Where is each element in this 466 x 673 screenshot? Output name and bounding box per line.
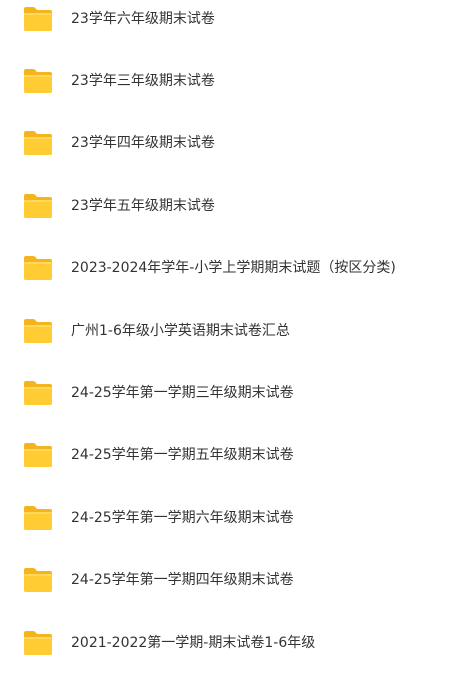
folder-name: 23学年三年级期末试卷 — [71, 73, 215, 89]
folder-front-shape — [24, 574, 52, 592]
folder-item[interactable]: 23学年五年级期末试卷 — [0, 187, 466, 227]
folder-highlight-shape — [24, 574, 52, 576]
folder-icon-graphic — [24, 319, 52, 343]
folder-highlight-shape — [24, 137, 52, 139]
folder-icon — [22, 379, 54, 407]
folder-item[interactable]: 24-25学年第一学期五年级期末试卷 — [0, 436, 466, 476]
folder-item[interactable]: 2023-2024年学年-小学上学期期末试题（按区分类) — [0, 249, 466, 289]
folder-highlight-shape — [24, 512, 52, 514]
folder-front-shape — [24, 200, 52, 218]
folder-icon-graphic — [24, 69, 52, 93]
folder-icon-graphic — [24, 131, 52, 155]
folder-icon-graphic — [24, 506, 52, 530]
folder-icon — [22, 254, 54, 282]
folder-icon-graphic — [24, 631, 52, 655]
folder-front-shape — [24, 512, 52, 530]
folder-name: 广州1-6年级小学英语期末试卷汇总 — [71, 323, 290, 339]
folder-name: 23学年六年级期末试卷 — [71, 11, 215, 27]
folder-icon — [22, 317, 54, 345]
folder-highlight-shape — [24, 200, 52, 202]
folder-icon — [22, 441, 54, 469]
folder-icon — [22, 566, 54, 594]
folder-icon — [22, 629, 54, 657]
folder-item[interactable]: 23学年三年级期末试卷 — [0, 62, 466, 102]
folder-name: 24-25学年第一学期四年级期末试卷 — [71, 572, 294, 588]
folder-front-shape — [24, 637, 52, 655]
folder-icon — [22, 67, 54, 95]
folder-icon-graphic — [24, 194, 52, 218]
folder-highlight-shape — [24, 262, 52, 264]
folder-icon-graphic — [24, 7, 52, 31]
folder-front-shape — [24, 262, 52, 280]
folder-list: 23学年六年级期末试卷 23学年三年级期末试卷 23学年四年级期末试卷 23学年… — [0, 0, 466, 673]
folder-name: 2021-2022第一学期-期末试卷1-6年级 — [71, 635, 316, 651]
folder-highlight-shape — [24, 75, 52, 77]
folder-item[interactable]: 23学年四年级期末试卷 — [0, 124, 466, 164]
folder-icon — [22, 129, 54, 157]
folder-icon — [22, 5, 54, 33]
folder-highlight-shape — [24, 13, 52, 15]
folder-icon-graphic — [24, 381, 52, 405]
folder-icon-graphic — [24, 443, 52, 467]
folder-item[interactable]: 23学年六年级期末试卷 — [0, 0, 466, 40]
folder-icon-graphic — [24, 568, 52, 592]
folder-front-shape — [24, 325, 52, 343]
folder-highlight-shape — [24, 449, 52, 451]
folder-icon — [22, 192, 54, 220]
folder-item[interactable]: 2021-2022第一学期-期末试卷1-6年级 — [0, 624, 466, 664]
folder-front-shape — [24, 449, 52, 467]
folder-front-shape — [24, 387, 52, 405]
folder-front-shape — [24, 13, 52, 31]
folder-name: 23学年四年级期末试卷 — [71, 135, 215, 151]
folder-highlight-shape — [24, 637, 52, 639]
folder-front-shape — [24, 75, 52, 93]
folder-item[interactable]: 广州1-6年级小学英语期末试卷汇总 — [0, 312, 466, 352]
folder-name: 24-25学年第一学期三年级期末试卷 — [71, 385, 294, 401]
folder-highlight-shape — [24, 325, 52, 327]
folder-front-shape — [24, 137, 52, 155]
folder-icon-graphic — [24, 256, 52, 280]
folder-name: 2023-2024年学年-小学上学期期末试题（按区分类) — [71, 260, 396, 276]
folder-item[interactable]: 24-25学年第一学期六年级期末试卷 — [0, 499, 466, 539]
folder-name: 23学年五年级期末试卷 — [71, 198, 215, 214]
folder-name: 24-25学年第一学期六年级期末试卷 — [71, 510, 294, 526]
folder-icon — [22, 504, 54, 532]
folder-item[interactable]: 24-25学年第一学期四年级期末试卷 — [0, 561, 466, 601]
folder-highlight-shape — [24, 387, 52, 389]
folder-name: 24-25学年第一学期五年级期末试卷 — [71, 447, 294, 463]
folder-item[interactable]: 24-25学年第一学期三年级期末试卷 — [0, 374, 466, 414]
